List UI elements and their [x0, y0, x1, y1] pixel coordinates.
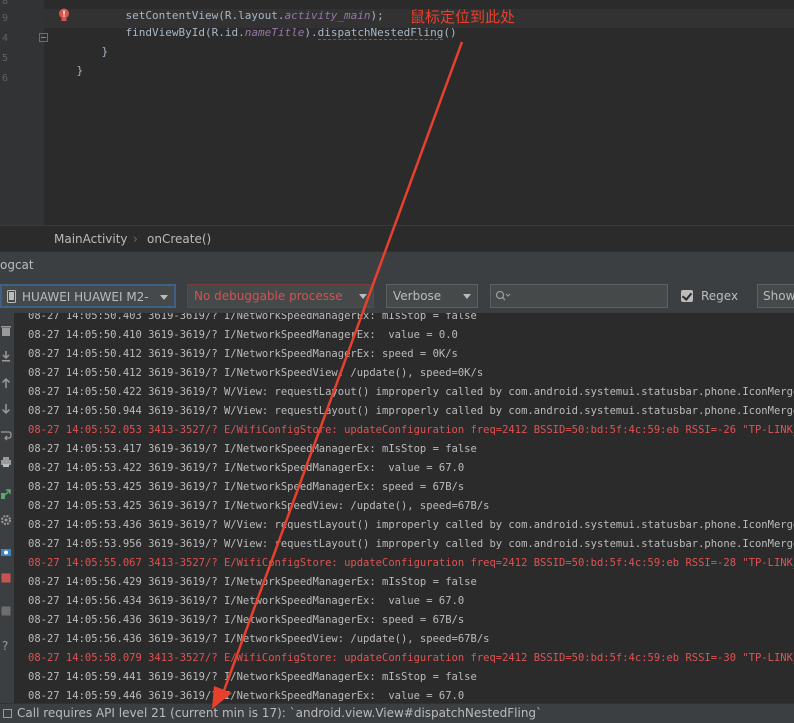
log-line[interactable]: 08-27 14:05:53.425 3619-3619/? I/Network…: [28, 497, 489, 516]
line-number: 8: [1, 0, 8, 7]
log-line[interactable]: 08-27 14:05:53.417 3619-3619/? I/Network…: [28, 440, 477, 459]
code-text: findViewById(R.id.: [125, 26, 245, 39]
code-method-error[interactable]: dispatchNestedFling: [317, 26, 444, 40]
status-toggle-icon[interactable]: [3, 709, 12, 718]
log-line[interactable]: 08-27 14:05:50.422 3619-3619/? W/View: r…: [28, 383, 794, 402]
down-arrow-icon[interactable]: [0, 403, 12, 415]
log-line[interactable]: 08-27 14:05:52.053 3413-3527/? E/WifiCon…: [28, 421, 794, 440]
logcat-panel-header: ogcat: [0, 251, 794, 280]
stop-icon[interactable]: [0, 572, 12, 584]
log-line[interactable]: 08-27 14:05:53.956 3619-3619/? W/View: r…: [28, 535, 794, 554]
log-line[interactable]: 08-27 14:05:50.944 3619-3619/? W/View: r…: [28, 402, 794, 421]
log-line[interactable]: 08-27 14:05:53.422 3619-3619/? I/Network…: [28, 459, 464, 478]
search-input[interactable]: [490, 284, 668, 308]
log-level-select[interactable]: Verbose: [386, 284, 478, 308]
log-line[interactable]: 08-27 14:05:55.067 3413-3527/? E/WifiCon…: [28, 554, 794, 573]
regex-label: Regex: [701, 289, 739, 303]
status-message: Call requires API level 21 (current min …: [17, 706, 543, 720]
screenshot-icon[interactable]: [0, 546, 12, 558]
log-line[interactable]: 08-27 14:05:56.434 3619-3619/? I/Network…: [28, 592, 464, 611]
logcat-toolbar: HUAWEI HUAWEI M2- No debuggable processe…: [0, 279, 794, 314]
line-number: 9: [1, 13, 8, 24]
chevron-down-icon: [359, 294, 367, 299]
up-arrow-icon[interactable]: [0, 377, 12, 389]
logcat-side-toolbar: ?: [0, 313, 14, 703]
phone-icon: [7, 290, 16, 303]
line-number: 5: [1, 53, 8, 64]
svg-text:?: ?: [2, 639, 8, 651]
trash-icon[interactable]: [0, 325, 12, 337]
breadcrumb-item-method[interactable]: onCreate(): [147, 232, 211, 246]
logcat-output[interactable]: 08-27 14:05:50.403 3619-3619/? I/Network…: [14, 313, 794, 703]
code-editor[interactable]: 8 9 4 5 6 setContentView(R.layout.activi…: [0, 0, 794, 225]
log-line[interactable]: 08-27 14:05:50.412 3619-3619/? I/Network…: [28, 345, 458, 364]
show-button[interactable]: Show: [757, 284, 794, 308]
chevron-down-icon: [463, 294, 471, 299]
log-line[interactable]: 08-27 14:05:50.410 3619-3619/? I/Network…: [28, 326, 458, 345]
breadcrumb: MainActivity › onCreate(): [0, 225, 794, 252]
annotation-label: 鼠标定位到此处: [410, 8, 516, 26]
restart-icon[interactable]: [0, 488, 12, 500]
code-line[interactable]: }: [50, 50, 84, 92]
log-line[interactable]: 08-27 14:05:59.441 3619-3619/? I/Network…: [28, 668, 477, 687]
scroll-to-end-icon[interactable]: [0, 350, 12, 362]
line-number: 4: [1, 33, 8, 44]
device-select[interactable]: HUAWEI HUAWEI M2-: [0, 284, 176, 308]
fold-collapse-icon[interactable]: [39, 33, 48, 42]
layout-icon[interactable]: [0, 605, 12, 617]
breadcrumb-separator-icon: ›: [133, 232, 138, 246]
editor-gutter: 8 9 4 5 6: [0, 0, 44, 225]
error-bulb-icon[interactable]: [58, 8, 70, 22]
code-line-current[interactable]: findViewById(R.id.nameTitle).dispatchNes…: [99, 12, 457, 54]
log-line[interactable]: 08-27 14:05:56.436 3619-3619/? I/Network…: [28, 611, 464, 630]
code-field: nameTitle: [244, 26, 305, 39]
process-select[interactable]: No debuggable processe: [187, 284, 374, 308]
print-icon[interactable]: [0, 456, 12, 468]
code-text: (): [443, 26, 457, 39]
settings-icon[interactable]: [0, 514, 12, 526]
log-line[interactable]: 08-27 14:05:56.429 3619-3619/? I/Network…: [28, 573, 477, 592]
code-text: }: [101, 45, 109, 58]
log-line[interactable]: 08-27 14:05:50.412 3619-3619/? I/Network…: [28, 364, 483, 383]
code-text: }: [76, 64, 84, 77]
log-level-value: Verbose: [393, 289, 442, 303]
code-text: ).: [304, 26, 318, 39]
log-line[interactable]: 08-27 14:05:56.436 3619-3619/? I/Network…: [28, 630, 489, 649]
search-icon: [495, 290, 511, 301]
soft-wrap-icon[interactable]: [0, 429, 12, 441]
chevron-down-icon: [160, 295, 168, 300]
help-icon[interactable]: ?: [0, 639, 12, 651]
log-line[interactable]: 08-27 14:05:50.403 3619-3619/? I/Network…: [28, 313, 477, 326]
status-bar: Call requires API level 21 (current min …: [0, 703, 794, 723]
regex-checkbox[interactable]: [681, 290, 693, 302]
process-select-value: No debuggable processe: [194, 289, 343, 303]
line-number: 6: [1, 73, 8, 84]
log-line[interactable]: 08-27 14:05:59.446 3619-3619/? I/Network…: [28, 687, 464, 703]
device-select-value: HUAWEI HUAWEI M2-: [22, 290, 149, 304]
log-line[interactable]: 08-27 14:05:53.436 3619-3619/? W/View: r…: [28, 516, 794, 535]
log-line[interactable]: 08-27 14:05:53.425 3619-3619/? I/Network…: [28, 478, 464, 497]
breadcrumb-item-class[interactable]: MainActivity: [54, 232, 128, 246]
panel-title: ogcat: [0, 258, 34, 272]
log-line[interactable]: 08-27 14:05:58.079 3413-3527/? E/WifiCon…: [28, 649, 794, 668]
